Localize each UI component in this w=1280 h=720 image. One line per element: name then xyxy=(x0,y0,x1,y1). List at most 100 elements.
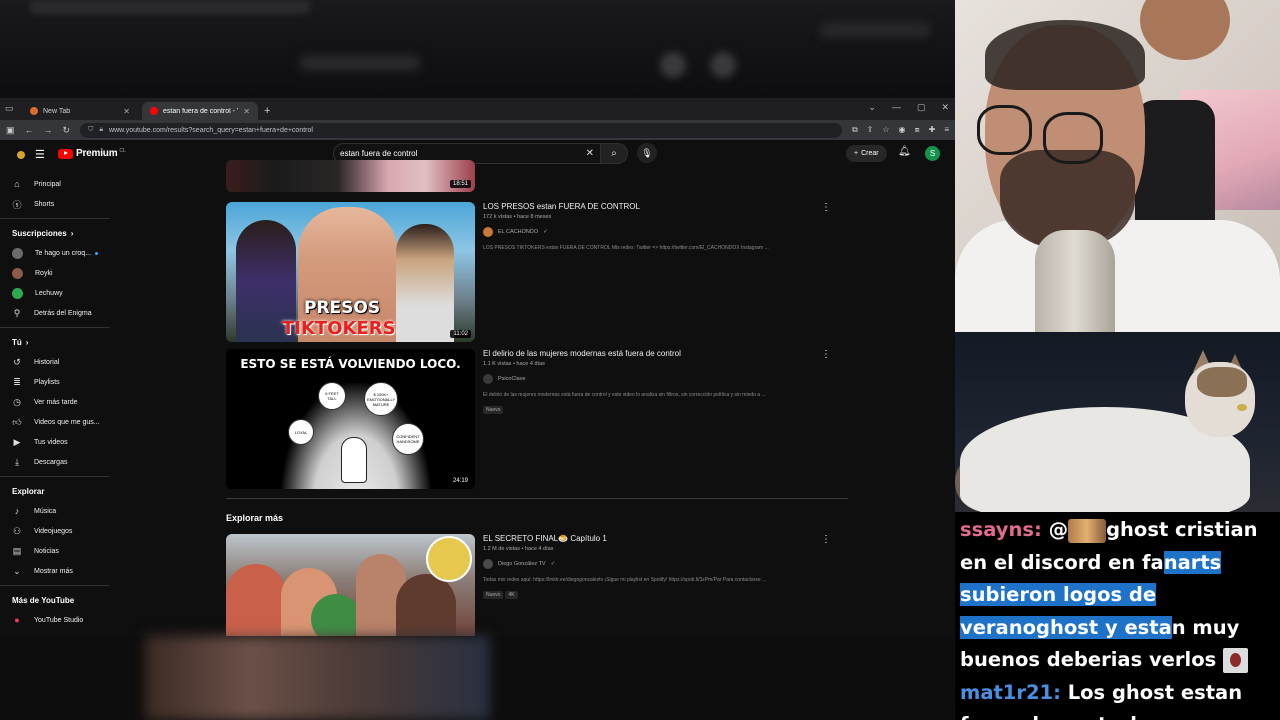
channel-row[interactable]: PsicoClave xyxy=(483,374,851,384)
profile-icon[interactable]: ◉ xyxy=(899,125,906,135)
blurred-background-top xyxy=(0,0,955,98)
tab-label: estan fuera de control - YouTube xyxy=(163,107,238,115)
chevron-right-icon: › xyxy=(25,337,29,347)
video-thumbnail[interactable] xyxy=(226,534,475,636)
you-heading[interactable]: Tú › xyxy=(0,332,120,352)
tab-label: New Tab xyxy=(43,107,71,115)
channel-avatar xyxy=(12,267,23,279)
voice-search-button[interactable]: 🎙︎ xyxy=(637,143,657,163)
sidebar-item-show-more[interactable]: ⌄ Mostrar más xyxy=(0,561,120,581)
chat-message: mat1r21: Los ghost estan fuera de contro… xyxy=(960,677,1274,720)
sidebar-item-home[interactable]: ⌂ Principal xyxy=(0,174,120,194)
menu-icon[interactable]: ≡ xyxy=(944,125,949,135)
section-title: Más de YouTube xyxy=(12,595,75,605)
sidebar-item-history[interactable]: ↺ Historial xyxy=(0,352,120,372)
clear-search-icon[interactable]: ✕ xyxy=(586,148,594,159)
chat-username[interactable]: ssayns xyxy=(960,518,1034,541)
new-badge: Nuevo xyxy=(483,591,504,599)
sidebar-item-downloads[interactable]: ⤓ Descargas xyxy=(0,452,120,472)
video-info: LOS PRESOS estan FUERA DE CONTROL 172 k … xyxy=(483,202,851,251)
tab-youtube[interactable]: estan fuera de control - YouTube ✕ xyxy=(142,102,258,120)
video-thumbnail[interactable]: PRESOS TIKTOKERS 11:02 xyxy=(226,202,475,342)
more-options-icon[interactable]: ⋮ xyxy=(821,202,831,213)
address-bar[interactable]: ⛉ 🔒︎ www.youtube.com/results?search_quer… xyxy=(80,122,842,138)
sidebar-item-youtube-studio[interactable]: ● YouTube Studio xyxy=(0,610,120,630)
watch-later-icon: ◷ xyxy=(13,396,21,407)
verified-icon: ✓ xyxy=(543,229,548,235)
sidebar-item-gaming[interactable]: ⚇ Videojuegos xyxy=(0,521,120,541)
sidebar-item-your-videos[interactable]: ▶ Tus videos xyxy=(0,432,120,452)
share-icon[interactable]: ⇪ xyxy=(867,125,874,135)
tab-list-chevron-icon[interactable]: ⌄ xyxy=(868,102,876,113)
more-options-icon[interactable]: ⋮ xyxy=(821,534,831,545)
music-icon: ♪ xyxy=(14,506,20,516)
sidebar-item-label: Te hago un croq... xyxy=(35,249,92,257)
notifications-bell-icon[interactable]: 🔔︎ xyxy=(898,146,911,157)
minimize-icon[interactable]: — xyxy=(892,102,901,113)
video-title[interactable]: EL SECRETO FINAL🍮 Capítulo 1 xyxy=(483,534,851,543)
sidebar-item-label: Tus videos xyxy=(34,438,68,446)
sidebar-item-label: Mostrar más xyxy=(34,567,73,575)
sidebar-toggle-icon[interactable]: ▣ xyxy=(6,125,15,136)
sidebar-item-subscription[interactable]: ⚲ Detrás del Enigma xyxy=(0,303,120,323)
maximize-icon[interactable]: ▢ xyxy=(917,102,926,113)
avatar[interactable]: S xyxy=(925,146,940,161)
sidebar-item-music[interactable]: ♪ Música xyxy=(0,501,120,521)
bookmark-star-icon[interactable]: ☆ xyxy=(882,125,889,135)
hamburger-menu-icon[interactable]: ☰ xyxy=(35,148,45,161)
tab-new-tab[interactable]: New Tab ✕ xyxy=(22,102,138,120)
masthead: ☰ Premium CL estan fuera de control ✕ ⌕ … xyxy=(0,140,955,168)
create-button[interactable]: + Crear xyxy=(846,145,887,162)
sidebar-item-shorts[interactable]: ⓢ Shorts xyxy=(0,194,120,214)
reload-icon[interactable]: ↻ xyxy=(63,125,71,136)
sidebar-item-label: Principal xyxy=(34,180,61,188)
video-thumbnail[interactable]: ESTO SE ESTÁ VOLVIENDO LOCO. 6 FEET TALL… xyxy=(226,349,475,489)
sidebar-item-subscription[interactable]: Te hago un croq... xyxy=(0,243,120,263)
close-icon[interactable]: ✕ xyxy=(123,107,130,116)
close-window-icon[interactable]: ✕ xyxy=(941,102,949,113)
blurred-background-bottom xyxy=(0,636,955,720)
channel-name: Diego González TV xyxy=(498,561,546,567)
close-icon[interactable]: ✕ xyxy=(243,107,250,116)
sidebar-item-label: Descargas xyxy=(34,458,68,466)
logo-text: Premium xyxy=(76,148,118,159)
extension-icon[interactable]: ⧈ xyxy=(915,125,920,135)
video-title[interactable]: El delirio de las mujeres modernas está … xyxy=(483,349,851,358)
back-icon[interactable]: ← xyxy=(25,125,34,135)
sidebar-item-watch-later[interactable]: ◷ Ver más tarde xyxy=(0,392,120,412)
new-tab-button[interactable]: + xyxy=(264,105,270,117)
new-badge: Nuevo xyxy=(483,406,504,414)
video-thumbnail[interactable]: 18:51 xyxy=(226,160,475,192)
video-description: Todas mis redes aquí: https://linktr.ee/… xyxy=(483,577,767,583)
youtube-premium-logo[interactable]: Premium CL xyxy=(58,148,126,159)
video-title[interactable]: LOS PRESOS estan FUERA DE CONTROL xyxy=(483,202,851,211)
search-button[interactable]: ⌕ xyxy=(600,143,628,164)
sidebar-item-playlists[interactable]: ≣ Playlists xyxy=(0,372,120,392)
chat-username[interactable]: mat1r21 xyxy=(960,681,1053,704)
subscriptions-heading[interactable]: Suscripciones › xyxy=(0,223,120,243)
pet-cam-feed xyxy=(955,332,1280,512)
translate-icon[interactable]: ⧉ xyxy=(852,125,858,135)
duration-badge: 11:02 xyxy=(450,330,471,338)
channel-row[interactable]: Diego González TV ✓ xyxy=(483,559,851,569)
downloads-icon: ⤓ xyxy=(15,456,19,467)
more-options-icon[interactable]: ⋮ xyxy=(821,349,831,360)
playlists-icon: ≣ xyxy=(13,376,21,387)
puzzle-icon[interactable]: ✚ xyxy=(929,125,936,135)
forward-icon[interactable]: → xyxy=(44,125,53,135)
sidebar-item-liked-videos[interactable]: 👍︎ Videos que me gus... xyxy=(0,412,120,432)
studio-icon: ● xyxy=(14,615,20,625)
sidebar-item-label: Videos que me gus... xyxy=(34,418,100,426)
sidebar-item-label: Videojuegos xyxy=(34,527,73,535)
channel-avatar xyxy=(12,287,23,299)
sidebar-item-subscription[interactable]: Royki xyxy=(0,263,120,283)
sidebar-item-label: Noticias xyxy=(34,547,59,555)
sidebar-item-subscription[interactable]: Lechuwy xyxy=(0,283,120,303)
section-title: Tú xyxy=(12,337,22,347)
thumbnail-title-2: TIKTOKERS xyxy=(282,318,396,339)
sidebar-item-label: Música xyxy=(34,507,57,515)
tab-search-icon[interactable]: ▭ xyxy=(5,103,14,114)
create-label: Crear xyxy=(861,150,879,157)
channel-row[interactable]: EL CACHONDO ✓ xyxy=(483,227,851,237)
sidebar-item-news[interactable]: ▤ Noticias xyxy=(0,541,120,561)
